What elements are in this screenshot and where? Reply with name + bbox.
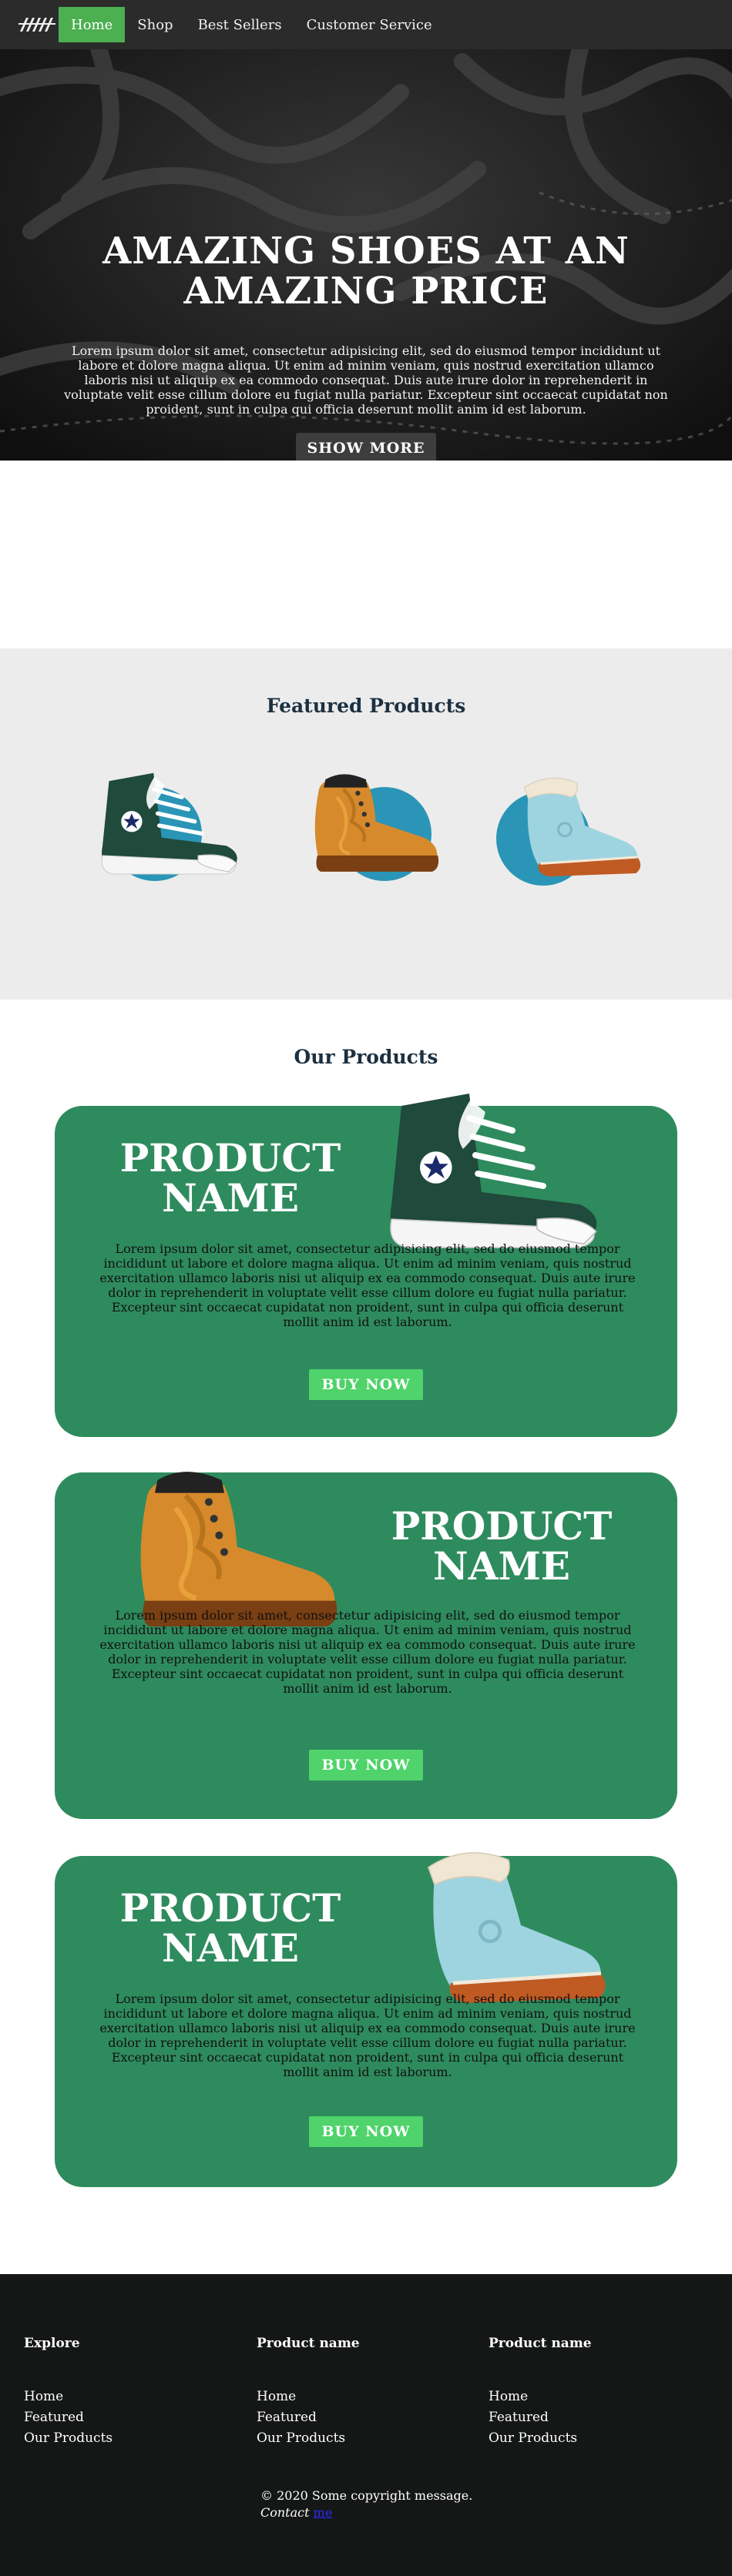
footer-link-our-products[interactable]: Our Products bbox=[24, 2428, 112, 2449]
nav-link-shop[interactable]: Shop bbox=[125, 7, 185, 42]
our-products-title: Our Products bbox=[294, 1046, 438, 1068]
product-description: Lorem ipsum dolor sit amet, consectetur … bbox=[99, 1241, 636, 1329]
hero-description: Lorem ipsum dolor sit amet, consectetur … bbox=[64, 343, 668, 417]
product-name-line-2: NAME bbox=[162, 1925, 299, 1971]
footer-link-featured[interactable]: Featured bbox=[24, 2407, 112, 2428]
product-name-line-1: PRODUCT bbox=[391, 1503, 613, 1549]
featured-product-winter-boot[interactable] bbox=[484, 764, 646, 895]
footer-heading: Product name bbox=[489, 2336, 592, 2351]
product-name-line-1: PRODUCT bbox=[119, 1135, 341, 1181]
product-name: PRODUCT NAME bbox=[115, 1888, 346, 1968]
winter-boot-icon bbox=[484, 764, 646, 887]
buy-now-button[interactable]: BUY NOW bbox=[309, 1750, 423, 1780]
product-card-2: PRODUCT NAME Lorem ipsum dolor sit amet,… bbox=[55, 1472, 677, 1819]
buy-now-button[interactable]: BUY NOW bbox=[309, 1369, 423, 1400]
product-description: Lorem ipsum dolor sit amet, consectetur … bbox=[99, 1991, 636, 2079]
nav-link-home[interactable]: Home bbox=[59, 7, 126, 42]
footer-link-featured[interactable]: Featured bbox=[489, 2407, 592, 2428]
product-name-line-2: NAME bbox=[433, 1543, 570, 1589]
nav-link-customer-service[interactable]: Customer Service bbox=[294, 7, 445, 42]
footer-link-featured[interactable]: Featured bbox=[257, 2407, 360, 2428]
footer-column-product-2: Product name Home Featured Our Products bbox=[489, 2336, 592, 2449]
footer-link-home[interactable]: Home bbox=[24, 2387, 112, 2407]
footer-link-home[interactable]: Home bbox=[489, 2387, 592, 2407]
copyright-text: © 2020 Some copyright message. bbox=[260, 2488, 473, 2503]
featured-product-boot[interactable] bbox=[287, 764, 448, 895]
hero-banner: AMAZING SHOES AT AN AMAZING PRICE Lorem … bbox=[0, 0, 732, 461]
buy-now-button[interactable]: BUY NOW bbox=[309, 2116, 423, 2147]
contact-line: Contact me bbox=[260, 2505, 332, 2520]
footer-link-our-products[interactable]: Our Products bbox=[257, 2428, 360, 2449]
winter-boot-icon bbox=[363, 1833, 617, 2018]
logo-icon[interactable] bbox=[15, 0, 59, 49]
featured-product-sneaker[interactable] bbox=[85, 764, 247, 895]
product-card-1: PRODUCT NAME Lorem ipsum dolor sit amet,… bbox=[55, 1106, 677, 1437]
top-navigation: Home Shop Best Sellers Customer Service bbox=[0, 0, 732, 49]
sneaker-icon bbox=[85, 764, 247, 887]
hero-title-line-1: AMAZING SHOES AT AN bbox=[102, 229, 630, 273]
product-card-3: PRODUCT NAME Lorem ipsum dolor sit amet,… bbox=[55, 1856, 677, 2187]
product-name: PRODUCT NAME bbox=[386, 1506, 617, 1586]
footer-link-our-products[interactable]: Our Products bbox=[489, 2428, 592, 2449]
product-name-line-2: NAME bbox=[162, 1175, 299, 1221]
featured-products-section: Featured Products bbox=[0, 648, 732, 1000]
product-name: PRODUCT NAME bbox=[115, 1138, 346, 1218]
hero-title: AMAZING SHOES AT AN AMAZING PRICE bbox=[0, 231, 732, 311]
sneaker-icon bbox=[357, 1081, 619, 1266]
footer-column-explore: Explore Home Featured Our Products bbox=[24, 2336, 112, 2449]
boot-icon bbox=[287, 764, 448, 887]
featured-products-title: Featured Products bbox=[266, 695, 466, 717]
show-more-button[interactable]: SHOW MORE bbox=[296, 433, 436, 461]
contact-link[interactable]: me bbox=[314, 2505, 333, 2520]
footer-heading: Product name bbox=[257, 2336, 360, 2351]
nav-link-best-sellers[interactable]: Best Sellers bbox=[186, 7, 294, 42]
site-footer: Explore Home Featured Our Products Produ… bbox=[0, 2274, 732, 2576]
footer-link-home[interactable]: Home bbox=[257, 2387, 360, 2407]
contact-label: Contact bbox=[260, 2505, 310, 2520]
product-name-line-1: PRODUCT bbox=[119, 1885, 341, 1931]
product-description: Lorem ipsum dolor sit amet, consectetur … bbox=[99, 1608, 636, 1696]
footer-heading: Explore bbox=[24, 2336, 80, 2351]
footer-column-product-1: Product name Home Featured Our Products bbox=[257, 2336, 360, 2449]
hero-title-line-2: AMAZING PRICE bbox=[183, 270, 549, 313]
